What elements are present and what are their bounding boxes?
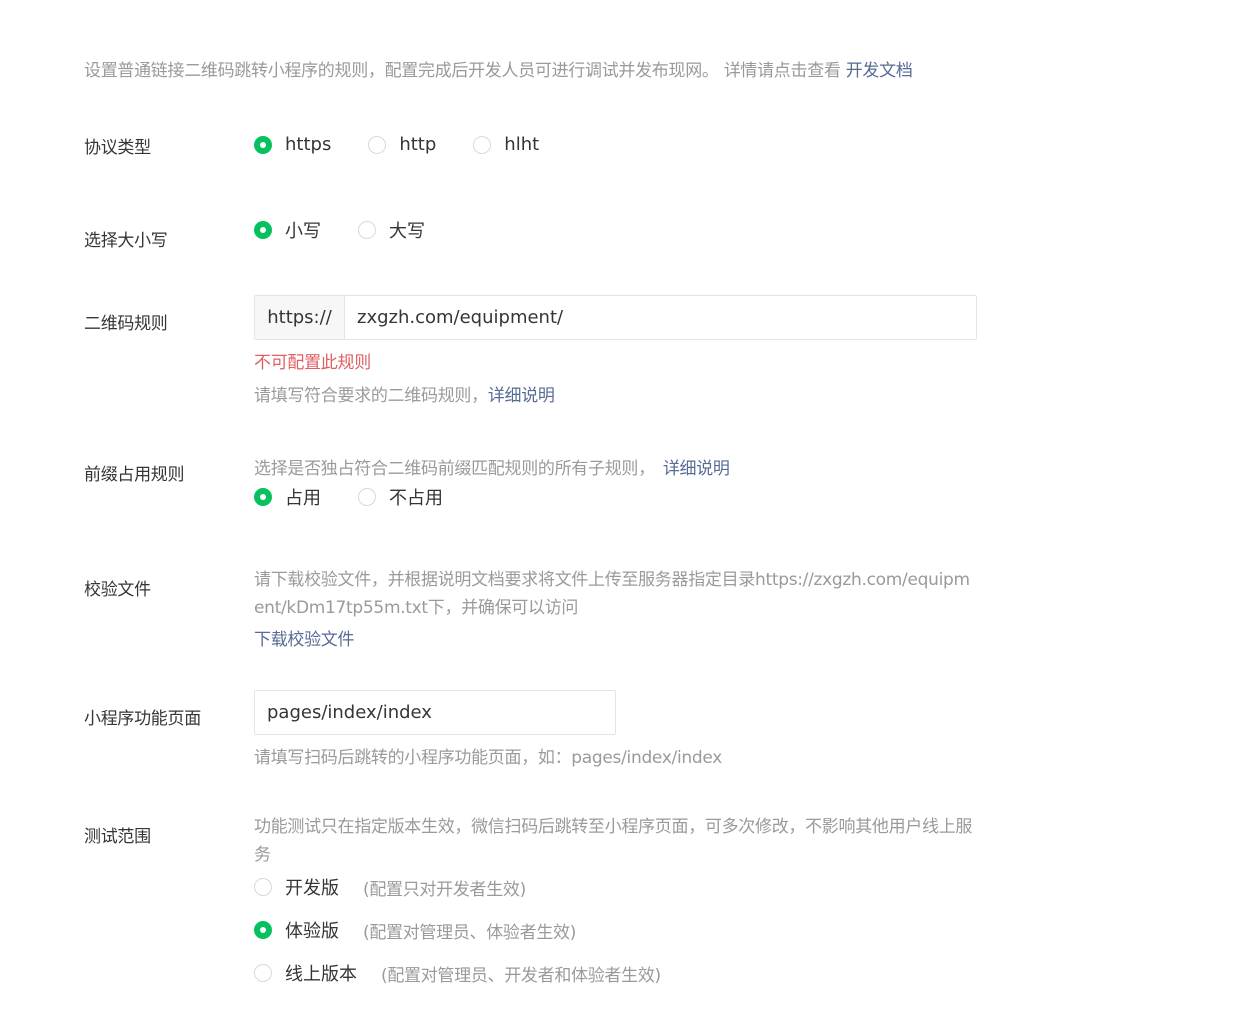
scope-online-radio[interactable]: 线上版本	[254, 960, 357, 986]
prefix-rule-detail-link[interactable]: 详细说明	[663, 459, 730, 479]
qr-rule-detail-link[interactable]: 详细说明	[488, 386, 555, 406]
mp-page-label: 小程序功能页面	[84, 709, 201, 729]
scope-option-label: 开发版	[285, 878, 339, 899]
prefix-rule-hint-text: 选择是否独占符合二维码前缀匹配规则的所有子规则，	[254, 459, 655, 479]
radio-checked-icon	[254, 921, 272, 939]
scope-option-desc: (配置对管理员、体验者生效)	[363, 922, 577, 943]
radio-unchecked-icon	[473, 135, 492, 154]
qr-rule-hint: 请填写符合要求的二维码规则，详细说明	[254, 381, 555, 406]
verify-file-label: 校验文件	[84, 580, 151, 600]
case-label: 选择大小写	[84, 231, 168, 251]
prefix-not-occupy-radio[interactable]: 不占用	[358, 484, 443, 510]
qr-rule-hint-text: 请填写符合要求的二维码规则，	[254, 386, 488, 406]
mp-page-hint: 请填写扫码后跳转的小程序功能页面，如：pages/index/index	[254, 748, 722, 768]
scope-option-desc: (配置只对开发者生效)	[363, 879, 526, 900]
case-upper-radio[interactable]: 大写	[358, 217, 425, 243]
radio-checked-icon	[254, 488, 272, 506]
prefix-option-label: 占用	[285, 488, 321, 509]
radio-unchecked-icon	[358, 221, 376, 239]
protocol-option-label: hlht	[504, 134, 540, 155]
protocol-label: 协议类型	[84, 138, 151, 158]
qr-rule-prefix: https://	[255, 296, 345, 339]
scope-online-option: 线上版本 (配置对管理员、开发者和体验者生效)	[254, 960, 661, 986]
scope-trial-radio[interactable]: 体验版	[254, 917, 339, 943]
qr-rule-error: 不可配置此规则	[254, 353, 371, 373]
protocol-hlht-radio[interactable]: hlht	[473, 134, 539, 155]
prefix-rule-label: 前缀占用规则	[84, 465, 185, 485]
scope-option-label: 体验版	[285, 921, 339, 942]
intro-text: 设置普通链接二维码跳转小程序的规则，配置完成后开发人员可进行调试并发布现网。 详…	[84, 56, 913, 81]
case-option-label: 大写	[389, 221, 425, 242]
qr-rule-input[interactable]	[345, 296, 976, 339]
scope-dev-option: 开发版 (配置只对开发者生效)	[254, 874, 526, 900]
case-radio-group: 小写 大写	[254, 217, 425, 243]
prefix-occupy-radio[interactable]: 占用	[254, 484, 321, 510]
prefix-option-label: 不占用	[389, 488, 443, 509]
protocol-https-radio[interactable]: https	[254, 134, 331, 155]
scope-option-desc: (配置对管理员、开发者和体验者生效)	[381, 965, 661, 986]
mp-page-input-wrapper	[254, 690, 616, 735]
scope-option-label: 线上版本	[285, 964, 357, 985]
protocol-option-label: https	[285, 134, 332, 155]
qr-rule-label: 二维码规则	[84, 314, 168, 334]
protocol-option-label: http	[399, 134, 437, 155]
protocol-http-radio[interactable]: http	[368, 134, 436, 155]
case-lower-radio[interactable]: 小写	[254, 217, 321, 243]
prefix-rule-hint: 选择是否独占符合二维码前缀匹配规则的所有子规则， 详细说明	[254, 454, 730, 479]
radio-unchecked-icon	[254, 964, 272, 982]
protocol-radio-group: https http hlht	[254, 134, 539, 155]
verify-file-description: 请下载校验文件，并根据说明文档要求将文件上传至服务器指定目录https://zx…	[254, 570, 970, 618]
intro-description: 设置普通链接二维码跳转小程序的规则，配置完成后开发人员可进行调试并发布现网。 详…	[84, 61, 846, 81]
mp-page-input[interactable]	[255, 691, 615, 734]
radio-unchecked-icon	[368, 135, 387, 154]
prefix-rule-radio-group: 占用 不占用	[254, 484, 443, 510]
test-scope-description: 功能测试只在指定版本生效，微信扫码后跳转至小程序页面，可多次修改，不影响其他用户…	[254, 817, 973, 865]
dev-docs-link[interactable]: 开发文档	[846, 61, 913, 81]
qr-rule-input-group: https://	[254, 295, 977, 340]
case-option-label: 小写	[285, 221, 321, 242]
radio-unchecked-icon	[254, 878, 272, 896]
scope-trial-option: 体验版 (配置对管理员、体验者生效)	[254, 917, 576, 943]
radio-checked-icon	[254, 135, 272, 154]
scope-dev-radio[interactable]: 开发版	[254, 874, 339, 900]
download-verify-file-link[interactable]: 下载校验文件	[254, 625, 355, 650]
test-scope-label: 测试范围	[84, 827, 151, 847]
radio-unchecked-icon	[358, 488, 376, 506]
radio-checked-icon	[254, 221, 272, 239]
